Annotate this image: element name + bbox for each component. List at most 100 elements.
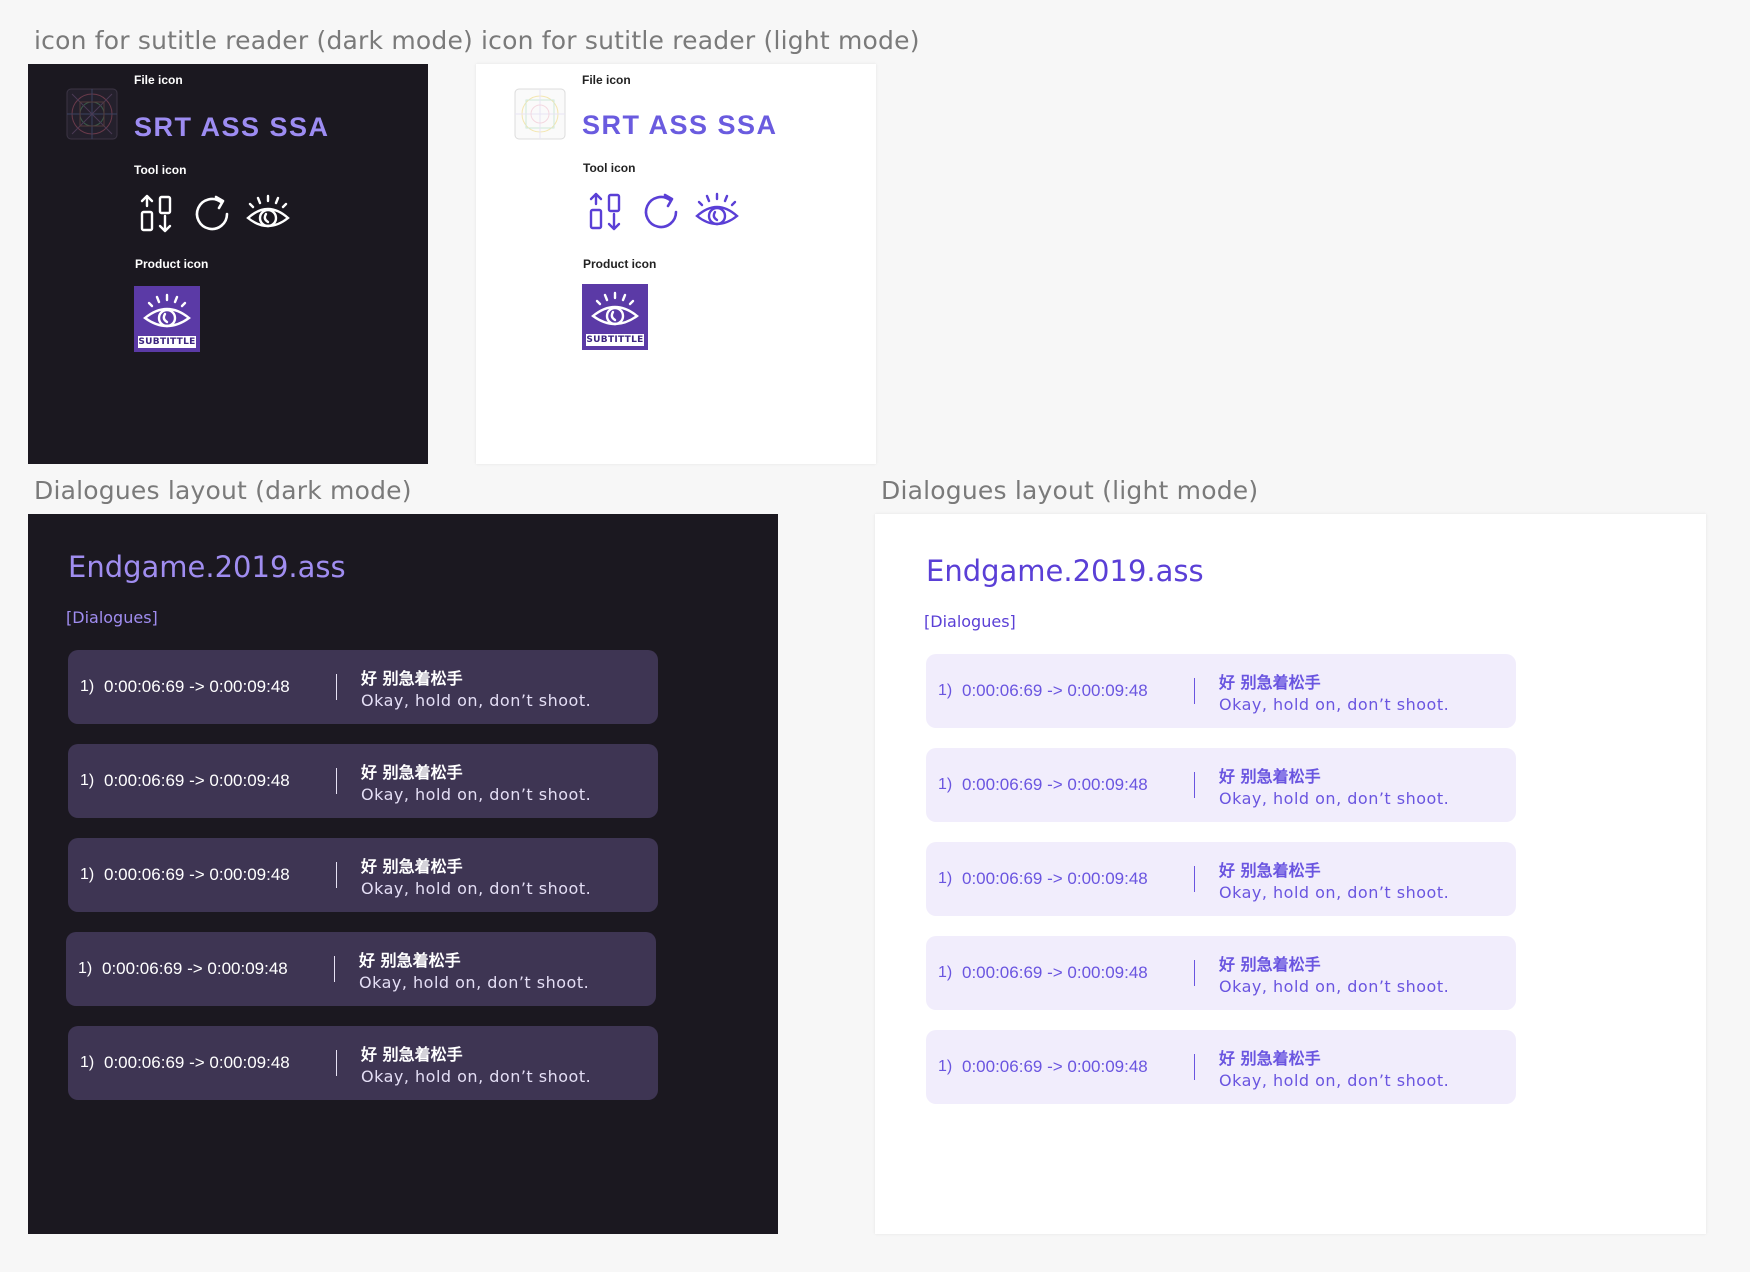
dialogue-divider xyxy=(1194,1054,1195,1080)
dialogue-divider xyxy=(1194,960,1195,986)
dialogue-timestamp: 0:00:06:69 -> 0:00:09:48 xyxy=(962,681,1148,700)
tool-icon-row xyxy=(136,192,292,236)
product-icon-label: Product icon xyxy=(135,257,209,271)
tool-icon-label: Tool icon xyxy=(583,161,636,175)
dialogue-item[interactable]: 1) 0:00:06:69 -> 0:00:09:48 好 别急着松手 Okay… xyxy=(68,650,658,724)
dialogue-item[interactable]: 1) 0:00:06:69 -> 0:00:09:48 好 别急着松手 Okay… xyxy=(68,1026,658,1100)
frame-label-icons-light: icon for sutitle reader (light mode) xyxy=(481,26,920,55)
dialogue-index: 1) xyxy=(80,1054,95,1071)
dialogue-chinese: 好 别急着松手 xyxy=(361,668,463,688)
tool-icon-row xyxy=(585,190,741,234)
file-icon-label: File icon xyxy=(134,73,183,87)
product-badge: SUBTITTLE xyxy=(586,334,644,346)
dialogue-text: 好 别急着松手 Okay, hold on, don’t shoot. xyxy=(361,665,591,710)
dialogue-item[interactable]: 1) 0:00:06:69 -> 0:00:09:48 好 别急着松手 Okay… xyxy=(926,936,1516,1010)
dialogue-chinese: 好 别急着松手 xyxy=(1219,1048,1321,1068)
dialogue-divider xyxy=(336,1050,337,1076)
frame-label-dialogues-light: Dialogues layout (light mode) xyxy=(881,476,1259,505)
dialogue-timestamp: 0:00:06:69 -> 0:00:09:48 xyxy=(102,959,288,978)
dialogue-chinese: 好 别急着松手 xyxy=(359,950,461,970)
icon-frame-light: File icon SRT ASS SSA Tool icon Product … xyxy=(476,64,876,464)
dialogue-english: Okay, hold on, don’t shoot. xyxy=(361,1066,592,1086)
dialogue-timestamp: 0:00:06:69 -> 0:00:09:48 xyxy=(104,677,290,696)
product-eye-icon xyxy=(591,291,639,326)
dialogue-index: 1) xyxy=(938,682,953,699)
dialogue-index: 1) xyxy=(938,1058,953,1075)
dialogue-english: Okay, hold on, don’t shoot. xyxy=(361,784,592,804)
dialogue-chinese: 好 别急着松手 xyxy=(361,762,463,782)
product-icon: SUBTITTLE xyxy=(134,286,200,352)
dialogue-text: 好 别急着松手 Okay, hold on, don’t shoot. xyxy=(1219,951,1449,996)
dialogue-divider xyxy=(336,768,337,794)
dialogue-divider xyxy=(334,956,335,982)
dialogue-text: 好 别急着松手 Okay, hold on, don’t shoot. xyxy=(359,947,589,992)
refresh-icon[interactable] xyxy=(639,190,683,234)
dialogue-chinese: 好 别急着松手 xyxy=(1219,672,1321,692)
dialogue-text: 好 别急着松手 Okay, hold on, don’t shoot. xyxy=(1219,1045,1449,1090)
dialogue-text: 好 别急着松手 Okay, hold on, don’t shoot. xyxy=(1219,857,1449,902)
product-eye-icon xyxy=(143,293,191,328)
dialogue-index: 1) xyxy=(80,866,95,883)
dialogue-timestamp: 0:00:06:69 -> 0:00:09:48 xyxy=(104,1053,290,1072)
dialogue-item[interactable]: 1) 0:00:06:69 -> 0:00:09:48 好 别急着松手 Okay… xyxy=(926,1030,1516,1104)
icon-frame-dark: File icon SRT ASS SSA Tool icon Product … xyxy=(28,64,428,464)
dialogue-divider xyxy=(336,674,337,700)
dialogue-text: 好 别急着松手 Okay, hold on, don’t shoot. xyxy=(1219,669,1449,714)
dialogue-timestamp: 0:00:06:69 -> 0:00:09:48 xyxy=(962,963,1148,982)
dialogue-english: Okay, hold on, don’t shoot. xyxy=(361,878,592,898)
dialogue-english: Okay, hold on, don’t shoot. xyxy=(361,690,592,710)
dialogue-chinese: 好 别急着松手 xyxy=(1219,860,1321,880)
dialogue-text: 好 别急着松手 Okay, hold on, don’t shoot. xyxy=(361,759,591,804)
dialogue-timestamp: 0:00:06:69 -> 0:00:09:48 xyxy=(104,865,290,884)
dialogue-item[interactable]: 1) 0:00:06:69 -> 0:00:09:48 好 别急着松手 Okay… xyxy=(926,842,1516,916)
section-tag: [Dialogues] xyxy=(924,612,1016,631)
product-icon-label: Product icon xyxy=(583,257,657,271)
file-grid-icon xyxy=(514,88,566,140)
dialogue-chinese: 好 别急着松手 xyxy=(1219,954,1321,974)
dialogue-text: 好 别急着松手 Okay, hold on, don’t shoot. xyxy=(1219,763,1449,808)
dialogue-divider xyxy=(1194,866,1195,892)
dialogue-english: Okay, hold on, don’t shoot. xyxy=(1219,882,1450,902)
format-list: SRT ASS SSA xyxy=(582,110,778,140)
section-tag: [Dialogues] xyxy=(66,608,158,627)
dialogue-item[interactable]: 1) 0:00:06:69 -> 0:00:09:48 好 别急着松手 Okay… xyxy=(926,748,1516,822)
sort-icon[interactable] xyxy=(136,192,180,236)
dialogue-english: Okay, hold on, don’t shoot. xyxy=(1219,976,1450,996)
dialogue-english: Okay, hold on, don’t shoot. xyxy=(1219,788,1450,808)
eye-icon[interactable] xyxy=(693,190,741,234)
dialogue-index: 1) xyxy=(938,870,953,887)
product-badge: SUBTITTLE xyxy=(138,336,196,348)
dialogue-item[interactable]: 1) 0:00:06:69 -> 0:00:09:48 好 别急着松手 Okay… xyxy=(66,932,656,1006)
dialogues-frame-dark: Endgame.2019.ass [Dialogues] 1) 0:00:06:… xyxy=(28,514,778,1234)
dialogue-chinese: 好 别急着松手 xyxy=(361,1044,463,1064)
eye-icon[interactable] xyxy=(244,192,292,236)
dialogue-english: Okay, hold on, don’t shoot. xyxy=(1219,694,1450,714)
dialogue-timestamp: 0:00:06:69 -> 0:00:09:48 xyxy=(962,1057,1148,1076)
dialogue-timestamp: 0:00:06:69 -> 0:00:09:48 xyxy=(962,869,1148,888)
file-icon-label: File icon xyxy=(582,73,631,87)
frame-label-icons-dark: icon for sutitle reader (dark mode) xyxy=(34,26,473,55)
document-title: Endgame.2019.ass xyxy=(926,554,1204,588)
dialogue-item[interactable]: 1) 0:00:06:69 -> 0:00:09:48 好 别急着松手 Okay… xyxy=(926,654,1516,728)
product-icon: SUBTITTLE xyxy=(582,284,648,350)
dialogue-divider xyxy=(1194,772,1195,798)
dialogue-divider xyxy=(336,862,337,888)
dialogue-index: 1) xyxy=(938,776,953,793)
dialogue-index: 1) xyxy=(938,964,953,981)
dialogue-chinese: 好 别急着松手 xyxy=(1219,766,1321,786)
dialogue-index: 1) xyxy=(80,678,95,695)
dialogue-index: 1) xyxy=(80,772,95,789)
dialogue-english: Okay, hold on, don’t shoot. xyxy=(359,972,590,992)
dialogue-item[interactable]: 1) 0:00:06:69 -> 0:00:09:48 好 别急着松手 Okay… xyxy=(68,744,658,818)
format-list: SRT ASS SSA xyxy=(134,112,330,142)
frame-label-dialogues-dark: Dialogues layout (dark mode) xyxy=(34,476,412,505)
tool-icon-label: Tool icon xyxy=(134,163,187,177)
refresh-icon[interactable] xyxy=(190,192,234,236)
sort-icon[interactable] xyxy=(585,190,629,234)
document-title: Endgame.2019.ass xyxy=(68,550,346,584)
dialogue-english: Okay, hold on, don’t shoot. xyxy=(1219,1070,1450,1090)
file-grid-icon xyxy=(66,88,118,140)
dialogues-frame-light: Endgame.2019.ass [Dialogues] 1) 0:00:06:… xyxy=(875,514,1706,1234)
dialogue-item[interactable]: 1) 0:00:06:69 -> 0:00:09:48 好 别急着松手 Okay… xyxy=(68,838,658,912)
dialogue-text: 好 别急着松手 Okay, hold on, don’t shoot. xyxy=(361,853,591,898)
